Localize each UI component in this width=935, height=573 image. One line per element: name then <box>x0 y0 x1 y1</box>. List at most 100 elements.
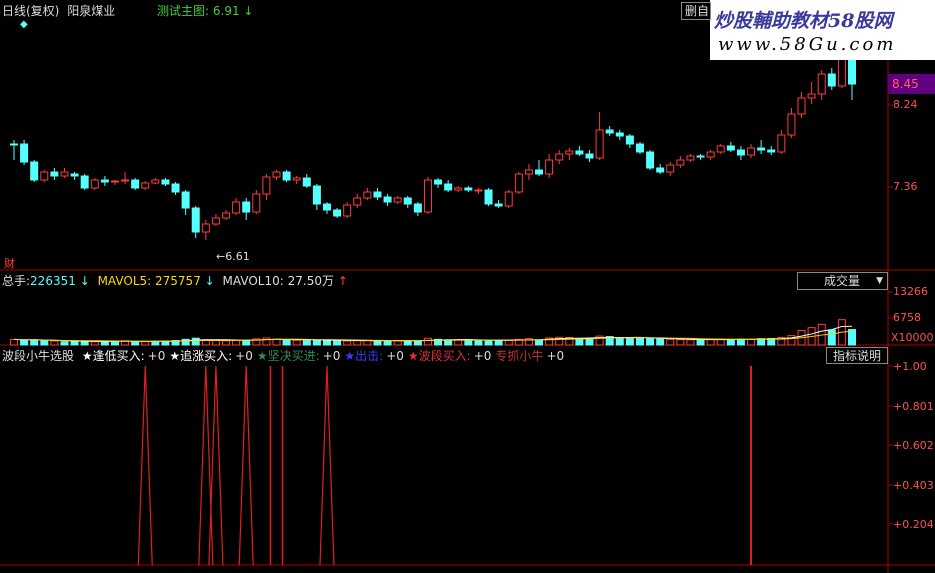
volume-bar <box>292 339 301 346</box>
volume-bar <box>70 340 79 346</box>
volume-bar <box>615 337 624 346</box>
signal-spike <box>198 365 214 566</box>
candle-body <box>514 173 523 193</box>
indicator-legend-value: +0 <box>235 349 253 363</box>
candle-body <box>363 191 372 199</box>
candle-body <box>524 169 533 175</box>
candle-body <box>686 155 695 161</box>
current-price-value: 8.45 <box>892 77 919 91</box>
candle-body <box>434 179 443 185</box>
candle-body <box>423 179 432 213</box>
volume-bar <box>585 338 594 346</box>
candle-body <box>121 179 130 182</box>
signal-spike <box>319 365 335 566</box>
candle-body <box>535 169 544 175</box>
candle-body <box>343 204 352 217</box>
volume-bar <box>736 338 745 346</box>
current-price-tag: 8.45 <box>888 74 935 94</box>
indicator-explain-button[interactable]: 指标说明 <box>826 347 888 364</box>
volume-bar <box>302 339 311 346</box>
volume-bar <box>50 340 59 346</box>
volume-bar <box>10 338 18 346</box>
candle-body <box>151 179 160 184</box>
volume-bar <box>353 340 362 346</box>
volume-bar <box>222 340 231 346</box>
candle-body <box>696 155 705 158</box>
indicator-legend-label: ★坚决买进: <box>256 349 320 363</box>
arrow-up-icon: ↑ <box>337 274 348 288</box>
candle-body <box>211 217 220 225</box>
candle-body <box>312 185 321 205</box>
volume-bar <box>232 339 241 346</box>
candle-body <box>131 179 140 189</box>
delete-button[interactable]: 删自 <box>681 2 711 20</box>
volume-bar <box>656 338 665 346</box>
candle-body <box>302 177 311 187</box>
indicator-legend-item: ★追涨买入: +0 <box>169 349 253 363</box>
volume-bar <box>393 340 402 346</box>
candle-body <box>595 129 604 159</box>
volume-bar <box>211 340 220 346</box>
indicator-tick-5: +0.204 <box>893 518 934 531</box>
signal-spike <box>137 365 153 566</box>
candle-body <box>141 182 150 189</box>
candle-body <box>373 191 382 198</box>
volume-bar <box>646 337 655 346</box>
indicator-legend-label: 专抓小牛 <box>495 349 544 363</box>
indicator-legend-value: +0 <box>322 349 341 363</box>
indicator-legend-value: +0 <box>386 349 404 363</box>
candle-body <box>615 132 624 137</box>
candle-body <box>272 171 281 178</box>
candle-body <box>181 191 190 209</box>
volume-bar <box>696 339 705 346</box>
candle-body <box>232 201 241 214</box>
volume-bar <box>90 341 99 346</box>
candle-body <box>706 151 715 158</box>
volume-bar <box>686 339 695 346</box>
candle-body <box>100 179 109 183</box>
mavol5-label: MAVOL5: <box>97 274 152 288</box>
volume-selector[interactable]: 成交量 ▼ <box>797 272 888 290</box>
indicator-legend-label: ★波段买入: <box>407 349 471 363</box>
indicator-value: 6.91 <box>212 4 240 18</box>
stock-name[interactable]: 阳泉煤业 <box>67 4 115 18</box>
finance-icon[interactable]: 财 <box>4 255 15 271</box>
candle-body <box>585 153 594 159</box>
indicator-legend-label: ★追涨买入: <box>169 349 233 363</box>
candle-body <box>322 203 331 211</box>
candle-body <box>393 197 402 203</box>
volume-unit: X10000 <box>891 331 934 344</box>
period-label[interactable]: 日线(复权) <box>2 4 59 18</box>
candle-body <box>161 179 170 185</box>
candle-body <box>282 171 291 181</box>
indicator-name[interactable]: 波段小牛选股 <box>2 349 74 363</box>
candle-body <box>726 145 735 151</box>
volume-bar <box>403 340 412 346</box>
candle-body <box>656 167 665 173</box>
indicator-legend-value: +0 <box>147 349 166 363</box>
candle-body <box>757 147 766 151</box>
candle-body <box>605 129 614 134</box>
indicator-legend-value: +0 <box>473 349 492 363</box>
candle-body <box>817 73 826 95</box>
candle-body <box>494 203 503 207</box>
candle-body <box>676 159 685 166</box>
volume-bar <box>423 337 432 346</box>
indicator-legend-item: ★波段买入: +0 <box>408 349 492 363</box>
indicator-legend-item: ★逢低买入: +0 <box>82 349 166 363</box>
volume-bar <box>484 340 493 346</box>
volume-bar <box>625 337 634 346</box>
volume-tick-2: 6758 <box>893 311 921 324</box>
volume-bar <box>40 340 49 346</box>
volume-bar <box>60 341 69 346</box>
volume-bar <box>676 339 685 346</box>
arrow-left-icon: ← <box>216 250 226 263</box>
candle-body <box>635 143 644 153</box>
candle-body <box>545 159 554 175</box>
volume-bar <box>383 340 392 346</box>
arrow-down-icon: ↓ <box>243 4 254 18</box>
watermark-url: www.58Gu.com <box>718 34 897 55</box>
candle-body <box>454 187 463 191</box>
candle-body <box>646 151 655 169</box>
candle-body <box>767 149 776 153</box>
